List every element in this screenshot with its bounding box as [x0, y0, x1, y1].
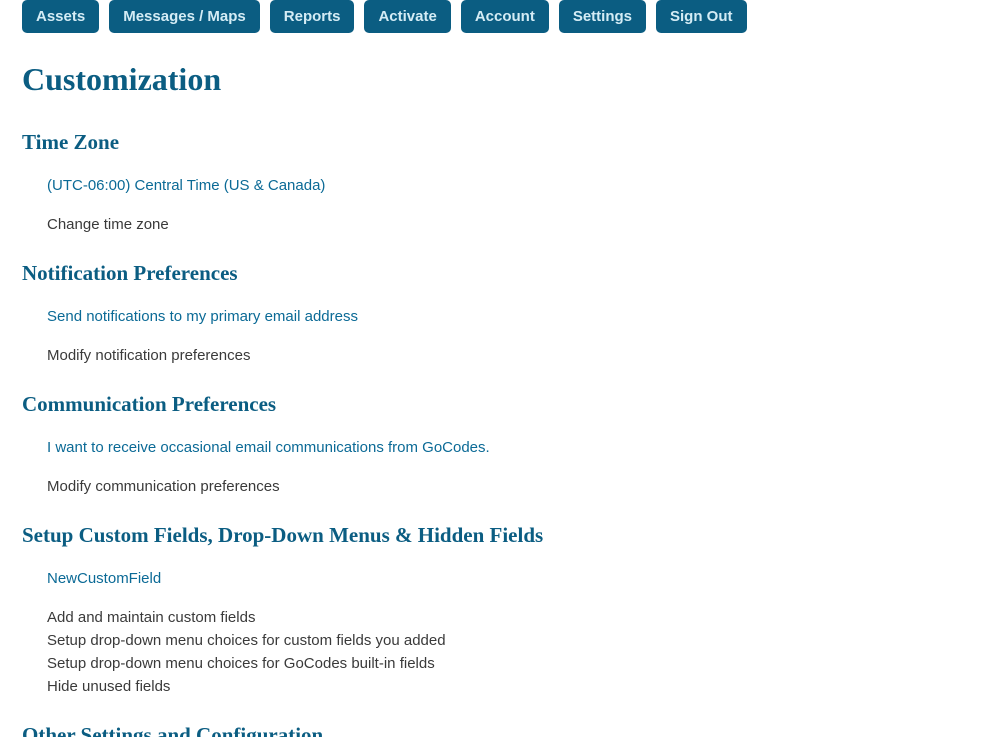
custom-fields-heading: Setup Custom Fields, Drop-Down Menus & H… [22, 523, 974, 548]
nav-account-button[interactable]: Account [461, 0, 549, 33]
nav-activate-button[interactable]: Activate [364, 0, 450, 33]
notification-value-link[interactable]: Send notifications to my primary email a… [47, 308, 974, 325]
custom-fields-desc3: Setup drop-down menu choices for GoCodes… [47, 655, 974, 672]
timezone-action-link[interactable]: Change time zone [47, 216, 974, 233]
timezone-section: Time Zone (UTC-06:00) Central Time (US &… [22, 130, 974, 233]
nav-signout-button[interactable]: Sign Out [656, 0, 747, 33]
custom-fields-link[interactable]: NewCustomField [47, 570, 974, 587]
custom-fields-desc1: Add and maintain custom fields [47, 609, 974, 626]
custom-fields-section: Setup Custom Fields, Drop-Down Menus & H… [22, 523, 974, 695]
communication-action-link[interactable]: Modify communication preferences [47, 478, 974, 495]
nav-messages-button[interactable]: Messages / Maps [109, 0, 260, 33]
nav-reports-button[interactable]: Reports [270, 0, 355, 33]
nav-settings-button[interactable]: Settings [559, 0, 646, 33]
communication-heading: Communication Preferences [22, 392, 974, 417]
timezone-heading: Time Zone [22, 130, 974, 155]
communication-value-link[interactable]: I want to receive occasional email commu… [47, 439, 974, 456]
top-nav: Assets Messages / Maps Reports Activate … [22, 0, 974, 33]
page-title: Customization [22, 61, 974, 98]
other-settings-heading: Other Settings and Configuration [22, 723, 974, 737]
notification-heading: Notification Preferences [22, 261, 974, 286]
custom-fields-desc2: Setup drop-down menu choices for custom … [47, 632, 974, 649]
custom-fields-desc4: Hide unused fields [47, 678, 974, 695]
notification-action-link[interactable]: Modify notification preferences [47, 347, 974, 364]
notification-section: Notification Preferences Send notificati… [22, 261, 974, 364]
communication-section: Communication Preferences I want to rece… [22, 392, 974, 495]
nav-assets-button[interactable]: Assets [22, 0, 99, 33]
timezone-value-link[interactable]: (UTC-06:00) Central Time (US & Canada) [47, 177, 974, 194]
